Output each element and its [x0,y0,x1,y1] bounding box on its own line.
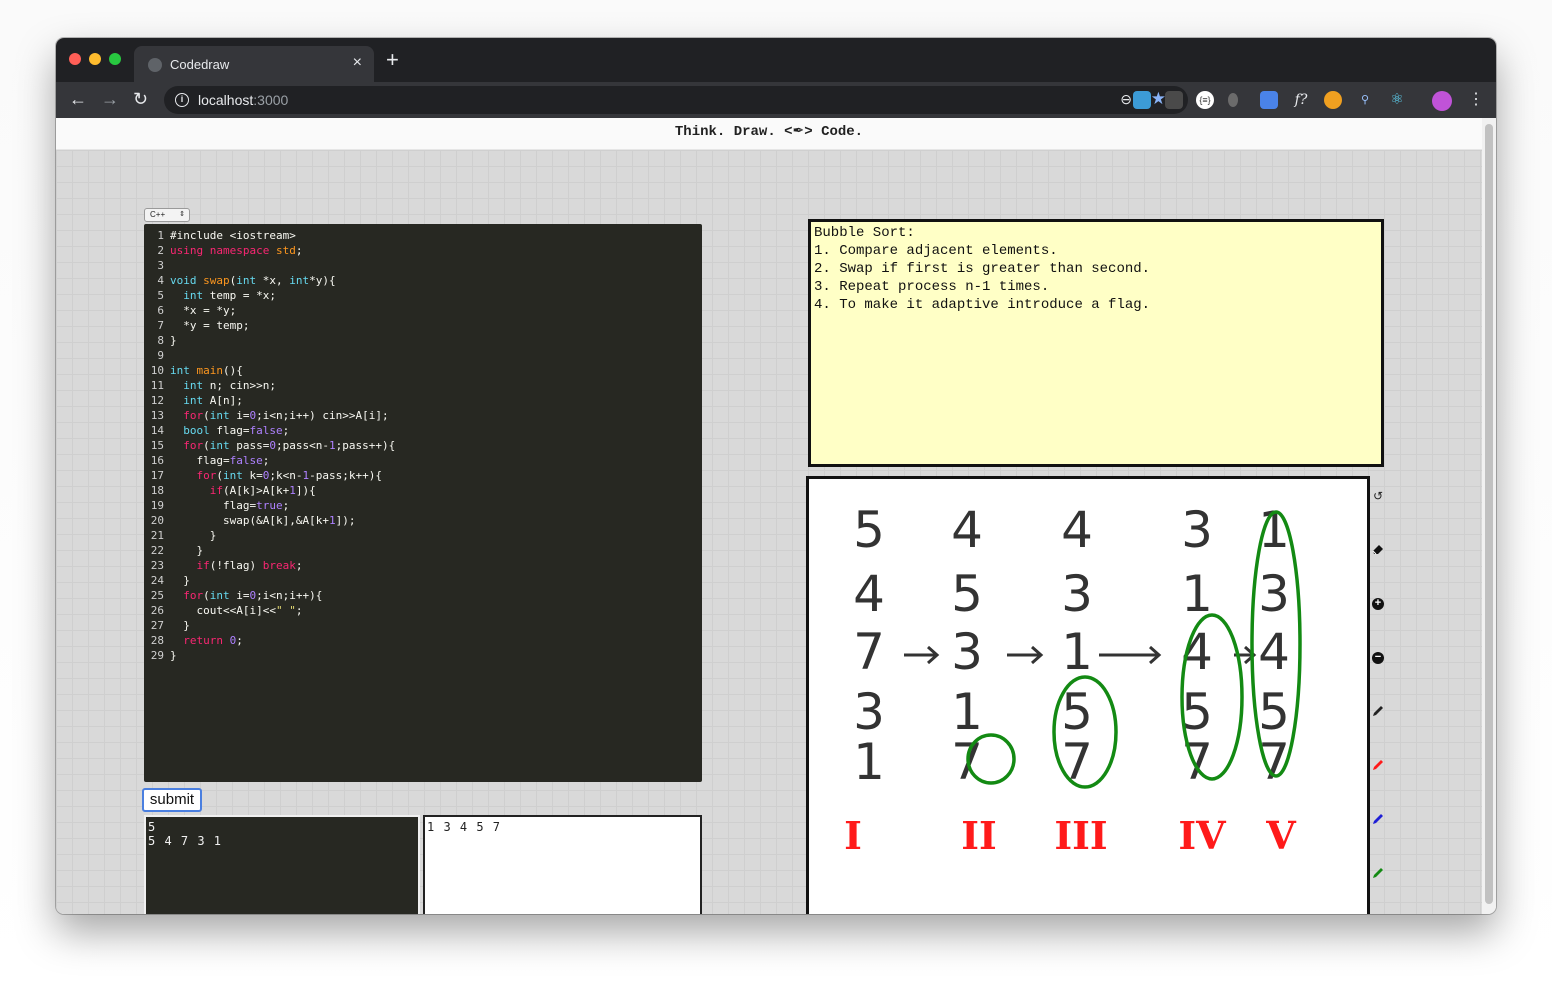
sketch-svg: 5473145317431573145713457I II III IV V [844,501,1302,858]
pass-label: II [961,813,997,858]
close-window-button[interactable] [69,53,81,65]
undo-icon[interactable]: ↺ [1370,488,1386,504]
page-scrollbar[interactable] [1482,118,1496,914]
pencil-red-icon[interactable] [1370,758,1386,774]
tab-codedraw[interactable]: Codedraw × [134,46,374,82]
back-arrow-icon[interactable]: ← [69,89,87,109]
note-line: 3. Repeat process n-1 times. [814,279,1050,295]
note-line: 1. Compare adjacent elements. [814,243,1058,259]
note-line: Bubble Sort: [814,225,915,241]
stdout-panel: 1 3 4 5 7 [423,815,702,914]
maximize-window-button[interactable] [109,53,121,65]
sketch-digit: 5 [853,501,885,559]
address-bar[interactable]: i localhost:3000 ⊖ ★ [164,86,1188,114]
zoom-magnifier-icon[interactable]: ⊖ [1120,91,1132,108]
note-line: 4. To make it adaptive introduce a flag. [814,297,1151,313]
extension-search-icon[interactable]: ⚲ [1356,91,1374,109]
sketch-digit: 4 [951,501,983,559]
sketch-digit: 1 [853,733,885,791]
scrollbar-thumb[interactable] [1485,124,1493,904]
extension-player-icon[interactable] [1324,91,1342,109]
drawing-canvas[interactable]: 5 4 7 3 1 4 5 3 1 7 4 3 1 5 7 3 1 4 5 7 1 3 4 5 7 I II III IV V [806,476,1370,914]
browser-window: Codedraw × + ← → ↻ i localhost:3000 ⊖ ★ … [56,38,1496,914]
sketch-digit: 3 [951,623,983,681]
bookmark-star-icon[interactable]: ★ [1151,89,1166,109]
sketch-digit: 3 [1181,501,1213,559]
language-select-value: C++ [150,210,166,219]
sketch-arrow [1007,645,1044,665]
desktop-background: Codedraw × + ← → ↻ i localhost:3000 ⊖ ★ … [0,0,1552,989]
sketch-digit: 4 [1061,501,1093,559]
url-text[interactable]: localhost:3000 [198,92,288,108]
stdin-textarea[interactable]: 5 5 4 7 3 1 [144,815,420,914]
tab-strip: Codedraw × + [56,38,1496,82]
pen-icon: ✒ [792,123,805,139]
tab-close-icon[interactable]: × [353,54,362,72]
page-content: Think. Draw. <✒> Code. C++ ⇕ 1 #include <… [56,118,1496,914]
sketch-digit: 3 [1258,565,1290,623]
submit-button[interactable]: submit [142,788,202,812]
sketch-digit: 7 [1061,733,1093,791]
extension-react-icon[interactable]: ⚛ [1388,91,1406,109]
extension-mouse-icon[interactable] [1228,93,1238,107]
sketch-digit: 7 [853,623,885,681]
eraser-icon[interactable] [1370,542,1386,558]
pencil-green-icon[interactable] [1370,866,1386,882]
pass-label: I [844,813,862,858]
pass-label: V [1265,813,1297,858]
sketch-digit: 4 [1258,623,1290,681]
pencil-black-icon[interactable] [1370,704,1386,720]
sketch-digit: 1 [1061,623,1093,681]
extension-font-finder-icon[interactable]: f? [1292,91,1310,109]
minimize-window-button[interactable] [89,53,101,65]
notes-panel[interactable]: Bubble Sort: 1. Compare adjacent element… [808,219,1384,467]
browser-toolbar: ← → ↻ i localhost:3000 ⊖ ★ {≡} f? ⚲ ⚛ ⋮ [56,82,1496,118]
app-header: Think. Draw. <✒> Code. [56,118,1482,150]
new-tab-button[interactable]: + [386,49,399,71]
sketch-arrow [1099,645,1162,665]
zoom-in-icon[interactable]: + [1370,596,1386,612]
app-tagline: Think. Draw. <✒> Code. [674,123,864,140]
url-host: localhost [198,92,254,108]
sketch-digit: 5 [951,565,983,623]
extension-translate-icon[interactable] [1260,91,1278,109]
tagline-left: Think. Draw. < [674,124,793,140]
extension-json-icon[interactable]: {≡} [1196,91,1214,109]
language-select[interactable]: C++ ⇕ [144,208,190,222]
pass-label: III [1054,813,1107,858]
pencil-blue-icon[interactable] [1370,812,1386,828]
code-editor[interactable]: 1 #include <iostream> 2 using namespace st… [144,224,702,782]
extension-color-picker-icon[interactable] [1165,91,1183,109]
pass-label: IV [1178,813,1227,858]
browser-menu-icon[interactable]: ⋮ [1468,90,1484,110]
tab-title: Codedraw [170,57,230,72]
url-port: :3000 [253,92,289,108]
globe-icon [148,58,162,72]
extension-screencast-icon[interactable] [1133,91,1151,109]
sketch-arrow [904,645,940,665]
site-info-icon[interactable]: i [175,93,189,107]
sketch-digit: 3 [1061,565,1093,623]
zoom-out-icon[interactable]: − [1370,650,1386,666]
sketch-digit: 4 [853,565,885,623]
forward-arrow-icon[interactable]: → [101,89,119,109]
reload-icon[interactable]: ↻ [133,89,148,109]
tagline-right: > Code. [804,124,864,140]
select-arrows-icon: ⇕ [179,211,185,218]
note-line: 2. Swap if first is greater than second. [814,261,1151,277]
profile-avatar[interactable] [1432,91,1452,111]
